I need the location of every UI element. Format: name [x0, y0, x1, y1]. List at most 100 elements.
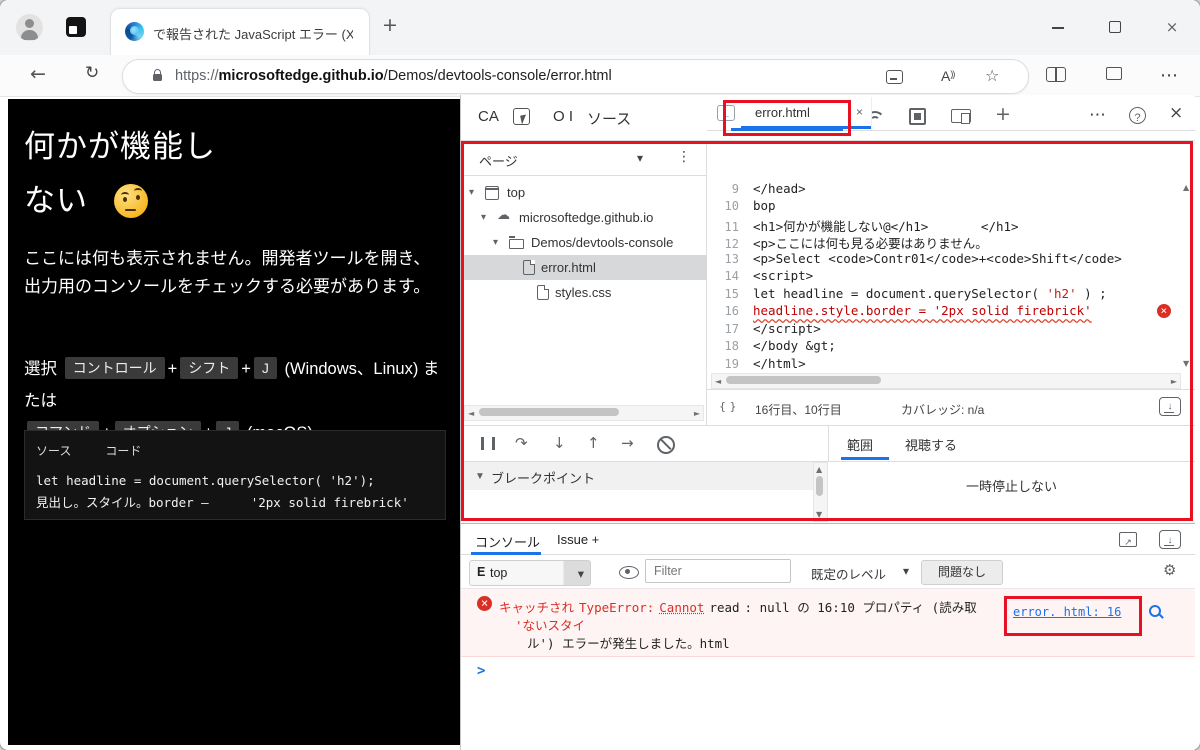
scroll-left-icon[interactable]: ◄	[468, 409, 474, 418]
error-source-link[interactable]: error. html: 16	[1013, 605, 1121, 619]
navigator-more-icon[interactable]	[677, 150, 691, 164]
scroll-right-icon[interactable]: ►	[694, 409, 700, 418]
code-line[interactable]: 17</script>	[707, 321, 1193, 339]
code-line-error[interactable]: 16headline.style.border = '2px solid fir…	[707, 303, 1193, 321]
tab-close-icon[interactable]: ×	[856, 105, 863, 119]
tree-item-origin[interactable]: ▾ microsoftedge.github.io	[461, 205, 707, 230]
browser-tab[interactable]: で報告された JavaScript エラー (X	[110, 8, 370, 56]
code-line[interactable]: 14<script>	[707, 268, 1193, 286]
line-number[interactable]: 10	[707, 199, 739, 213]
lock-icon[interactable]	[153, 74, 162, 81]
line-number[interactable]: 17	[707, 322, 739, 336]
scroll-down-icon[interactable]: ▼	[1183, 359, 1189, 368]
console-filter-input[interactable]	[645, 559, 791, 583]
code-line[interactable]: 18</body &gt;	[707, 338, 1193, 356]
feedback-icon[interactable]	[1119, 532, 1137, 547]
deactivate-breakpoints-icon[interactable]	[657, 436, 675, 454]
code-line[interactable]: 19</html>	[707, 356, 1193, 374]
expander-icon[interactable]: ▾	[493, 237, 498, 248]
tab-watch[interactable]: 視聴する	[905, 435, 957, 454]
breakpoints-section[interactable]: ▼ ブレークポイント	[461, 462, 813, 490]
back-icon[interactable]	[30, 65, 46, 84]
not-paused-message: 一時停止しない	[828, 462, 1195, 521]
address-bar[interactable]: https://microsoftedge.github.io/Demos/de…	[122, 59, 1029, 94]
code-line[interactable]: 12<p>ここには何も見る必要はありません。	[707, 233, 1193, 251]
line-number[interactable]: 14	[707, 269, 739, 283]
editor-horizontal-scrollbar[interactable]: ◄ ►	[711, 373, 1181, 389]
profile-avatar[interactable]	[16, 14, 43, 41]
devtools-tab-console[interactable]: O I	[553, 108, 573, 125]
scroll-down-icon[interactable]: ▼	[816, 510, 822, 519]
line-number[interactable]: 19	[707, 357, 739, 371]
scroll-up-icon[interactable]: ▲	[816, 465, 822, 474]
step-icon[interactable]	[621, 436, 634, 451]
line-number[interactable]: 16	[707, 304, 739, 318]
toggle-navigator-icon[interactable]	[717, 105, 735, 121]
step-over-icon[interactable]	[515, 436, 528, 451]
pause-icon[interactable]	[481, 437, 495, 450]
refresh-icon[interactable]	[85, 65, 99, 82]
line-number[interactable]: 15	[707, 287, 739, 301]
tab-issues[interactable]: Issue +	[557, 532, 599, 547]
expander-icon[interactable]: ▾	[481, 212, 486, 223]
workspaces-icon[interactable]	[66, 17, 86, 37]
new-tab-button[interactable]	[382, 16, 398, 35]
scrollbar-thumb[interactable]	[816, 476, 823, 496]
line-number[interactable]: 18	[707, 339, 739, 353]
step-into-icon[interactable]	[553, 436, 566, 451]
code-line[interactable]: 15let headline = document.querySelector(…	[707, 286, 1193, 304]
code-line[interactable]: 11<h1>何かが機能しない@</h1> </h1>	[707, 216, 1193, 234]
line-number[interactable]: 9	[707, 182, 739, 196]
tree-item-styles-css[interactable]: styles.css	[461, 280, 707, 305]
scroll-left-icon[interactable]: ◄	[715, 377, 721, 386]
magnifier-icon[interactable]	[1149, 605, 1161, 617]
inspect-element-icon[interactable]	[513, 108, 530, 125]
close-icon	[1166, 18, 1179, 36]
chevron-down-icon[interactable]	[903, 565, 909, 577]
browser-menu-icon[interactable]	[1160, 67, 1178, 85]
tab-console[interactable]: コンソール	[475, 532, 540, 551]
line-number[interactable]: 13	[707, 252, 739, 266]
line-number[interactable]: 11	[707, 220, 739, 234]
window-close-button[interactable]	[1156, 14, 1188, 40]
console-context-dropdown[interactable]: E top	[469, 560, 591, 586]
navigator-page-dropdown[interactable]: ページ	[479, 151, 518, 170]
tab-scope[interactable]: 範囲	[847, 435, 873, 454]
scroll-up-icon[interactable]: ▲	[1183, 183, 1189, 192]
expander-icon[interactable]: ▾	[469, 187, 474, 198]
window-minimize-button[interactable]	[1042, 14, 1074, 40]
chevron-down-icon[interactable]	[637, 152, 643, 164]
dock-download-icon[interactable]	[1159, 397, 1181, 416]
no-issues-button[interactable]: 問題なし	[921, 560, 1003, 585]
window-maximize-button[interactable]	[1099, 14, 1131, 40]
console-dock-icon[interactable]	[1159, 530, 1181, 549]
console-settings-gear-icon[interactable]	[1163, 563, 1176, 578]
tree-item-error-html[interactable]: error.html	[461, 255, 707, 280]
scrollbar-thumb[interactable]	[479, 408, 619, 416]
app-install-icon[interactable]	[886, 70, 903, 84]
error-badge-icon[interactable]	[1157, 304, 1171, 318]
scrollbar-thumb[interactable]	[726, 376, 881, 384]
live-expression-eye-icon[interactable]	[619, 566, 639, 579]
step-out-icon[interactable]	[587, 436, 600, 451]
scroll-right-icon[interactable]: ►	[1171, 377, 1177, 386]
code-line[interactable]: 9</head>	[707, 181, 1193, 199]
devtools-tab-elements[interactable]: CA	[478, 108, 499, 125]
tree-item-folder[interactable]: ▾ Demos/devtools-console	[461, 230, 707, 255]
code-line[interactable]: 10bop	[707, 198, 1193, 216]
code-line[interactable]: 13<p>Select <code>Contr01</code>+<code>S…	[707, 251, 1193, 269]
editor-tab-error-html[interactable]: error.html ×	[741, 97, 872, 129]
read-aloud-icon[interactable]: A))	[941, 68, 954, 84]
devtools-tab-sources[interactable]: ソース	[587, 108, 631, 129]
favorite-star-icon[interactable]	[985, 68, 999, 84]
log-levels-dropdown[interactable]: 既定のレベル	[811, 564, 886, 583]
breakpoints-scrollbar[interactable]: ▲ ▼	[813, 462, 828, 522]
braces-icon[interactable]	[719, 401, 737, 412]
tree-item-top[interactable]: ▾ top	[461, 180, 707, 205]
console-prompt[interactable]: >	[477, 663, 485, 679]
navigator-horizontal-scrollbar[interactable]: ◄ ►	[464, 405, 704, 421]
split-screen-icon[interactable]	[1046, 67, 1066, 82]
collapse-icon[interactable]: ▼	[475, 471, 485, 482]
collections-icon[interactable]	[1106, 67, 1122, 80]
line-number[interactable]: 12	[707, 237, 739, 251]
